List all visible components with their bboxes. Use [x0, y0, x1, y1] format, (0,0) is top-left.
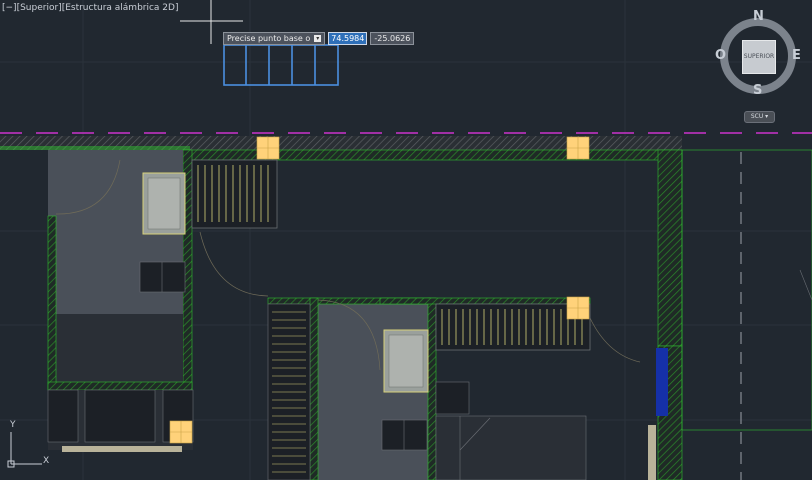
- street-area: [681, 149, 812, 480]
- column-marker: [566, 296, 590, 320]
- viewcube-face-top[interactable]: SUPERIOR: [742, 40, 776, 74]
- x-coordinate-input[interactable]: 74.5984: [328, 32, 368, 45]
- command-prompt[interactable]: Precise punto base o ▾: [223, 32, 326, 45]
- viewport-controls-menu[interactable]: [−]: [2, 3, 17, 13]
- ucs-icon: [7, 432, 42, 468]
- compass-north[interactable]: N: [753, 9, 764, 24]
- viewcube[interactable]: N S E O SUPERIOR: [715, 9, 804, 122]
- column-marker: [169, 420, 193, 444]
- left-room: [47, 150, 193, 391]
- compass-south[interactable]: S: [753, 83, 762, 98]
- y-coordinate-input[interactable]: -25.0626: [370, 32, 415, 45]
- dynamic-input: Precise punto base o ▾ 74.5984 -25.0626: [223, 32, 415, 45]
- compass-west[interactable]: O: [715, 48, 726, 63]
- wcs-menu[interactable]: SCU ▾: [744, 111, 775, 123]
- staircase-top: [191, 159, 278, 229]
- ucs-y-label: Y: [10, 420, 16, 430]
- wcs-label: SCU: [750, 113, 764, 120]
- prompt-text: Precise punto base o: [227, 34, 311, 43]
- staircase-narrow: [267, 303, 311, 480]
- lower-right-rooms: [435, 345, 683, 480]
- drawing-canvas[interactable]: [0, 0, 812, 480]
- view-menu[interactable]: [Superior]: [17, 3, 62, 13]
- compass-east[interactable]: E: [792, 48, 801, 63]
- door-swing: [199, 231, 269, 297]
- column-marker: [566, 136, 590, 160]
- visual-style-menu[interactable]: [Estructura alámbrica 2D]: [62, 3, 179, 13]
- model-viewport[interactable]: [−][Superior][Estructura alámbrica 2D] P…: [0, 0, 812, 480]
- ucs-x-label: X: [43, 456, 50, 466]
- column-marker: [256, 136, 280, 160]
- selection-preview: [223, 44, 339, 86]
- viewport-label: [−][Superior][Estructura alámbrica 2D]: [2, 3, 178, 13]
- chevron-down-icon[interactable]: ▾: [314, 35, 322, 42]
